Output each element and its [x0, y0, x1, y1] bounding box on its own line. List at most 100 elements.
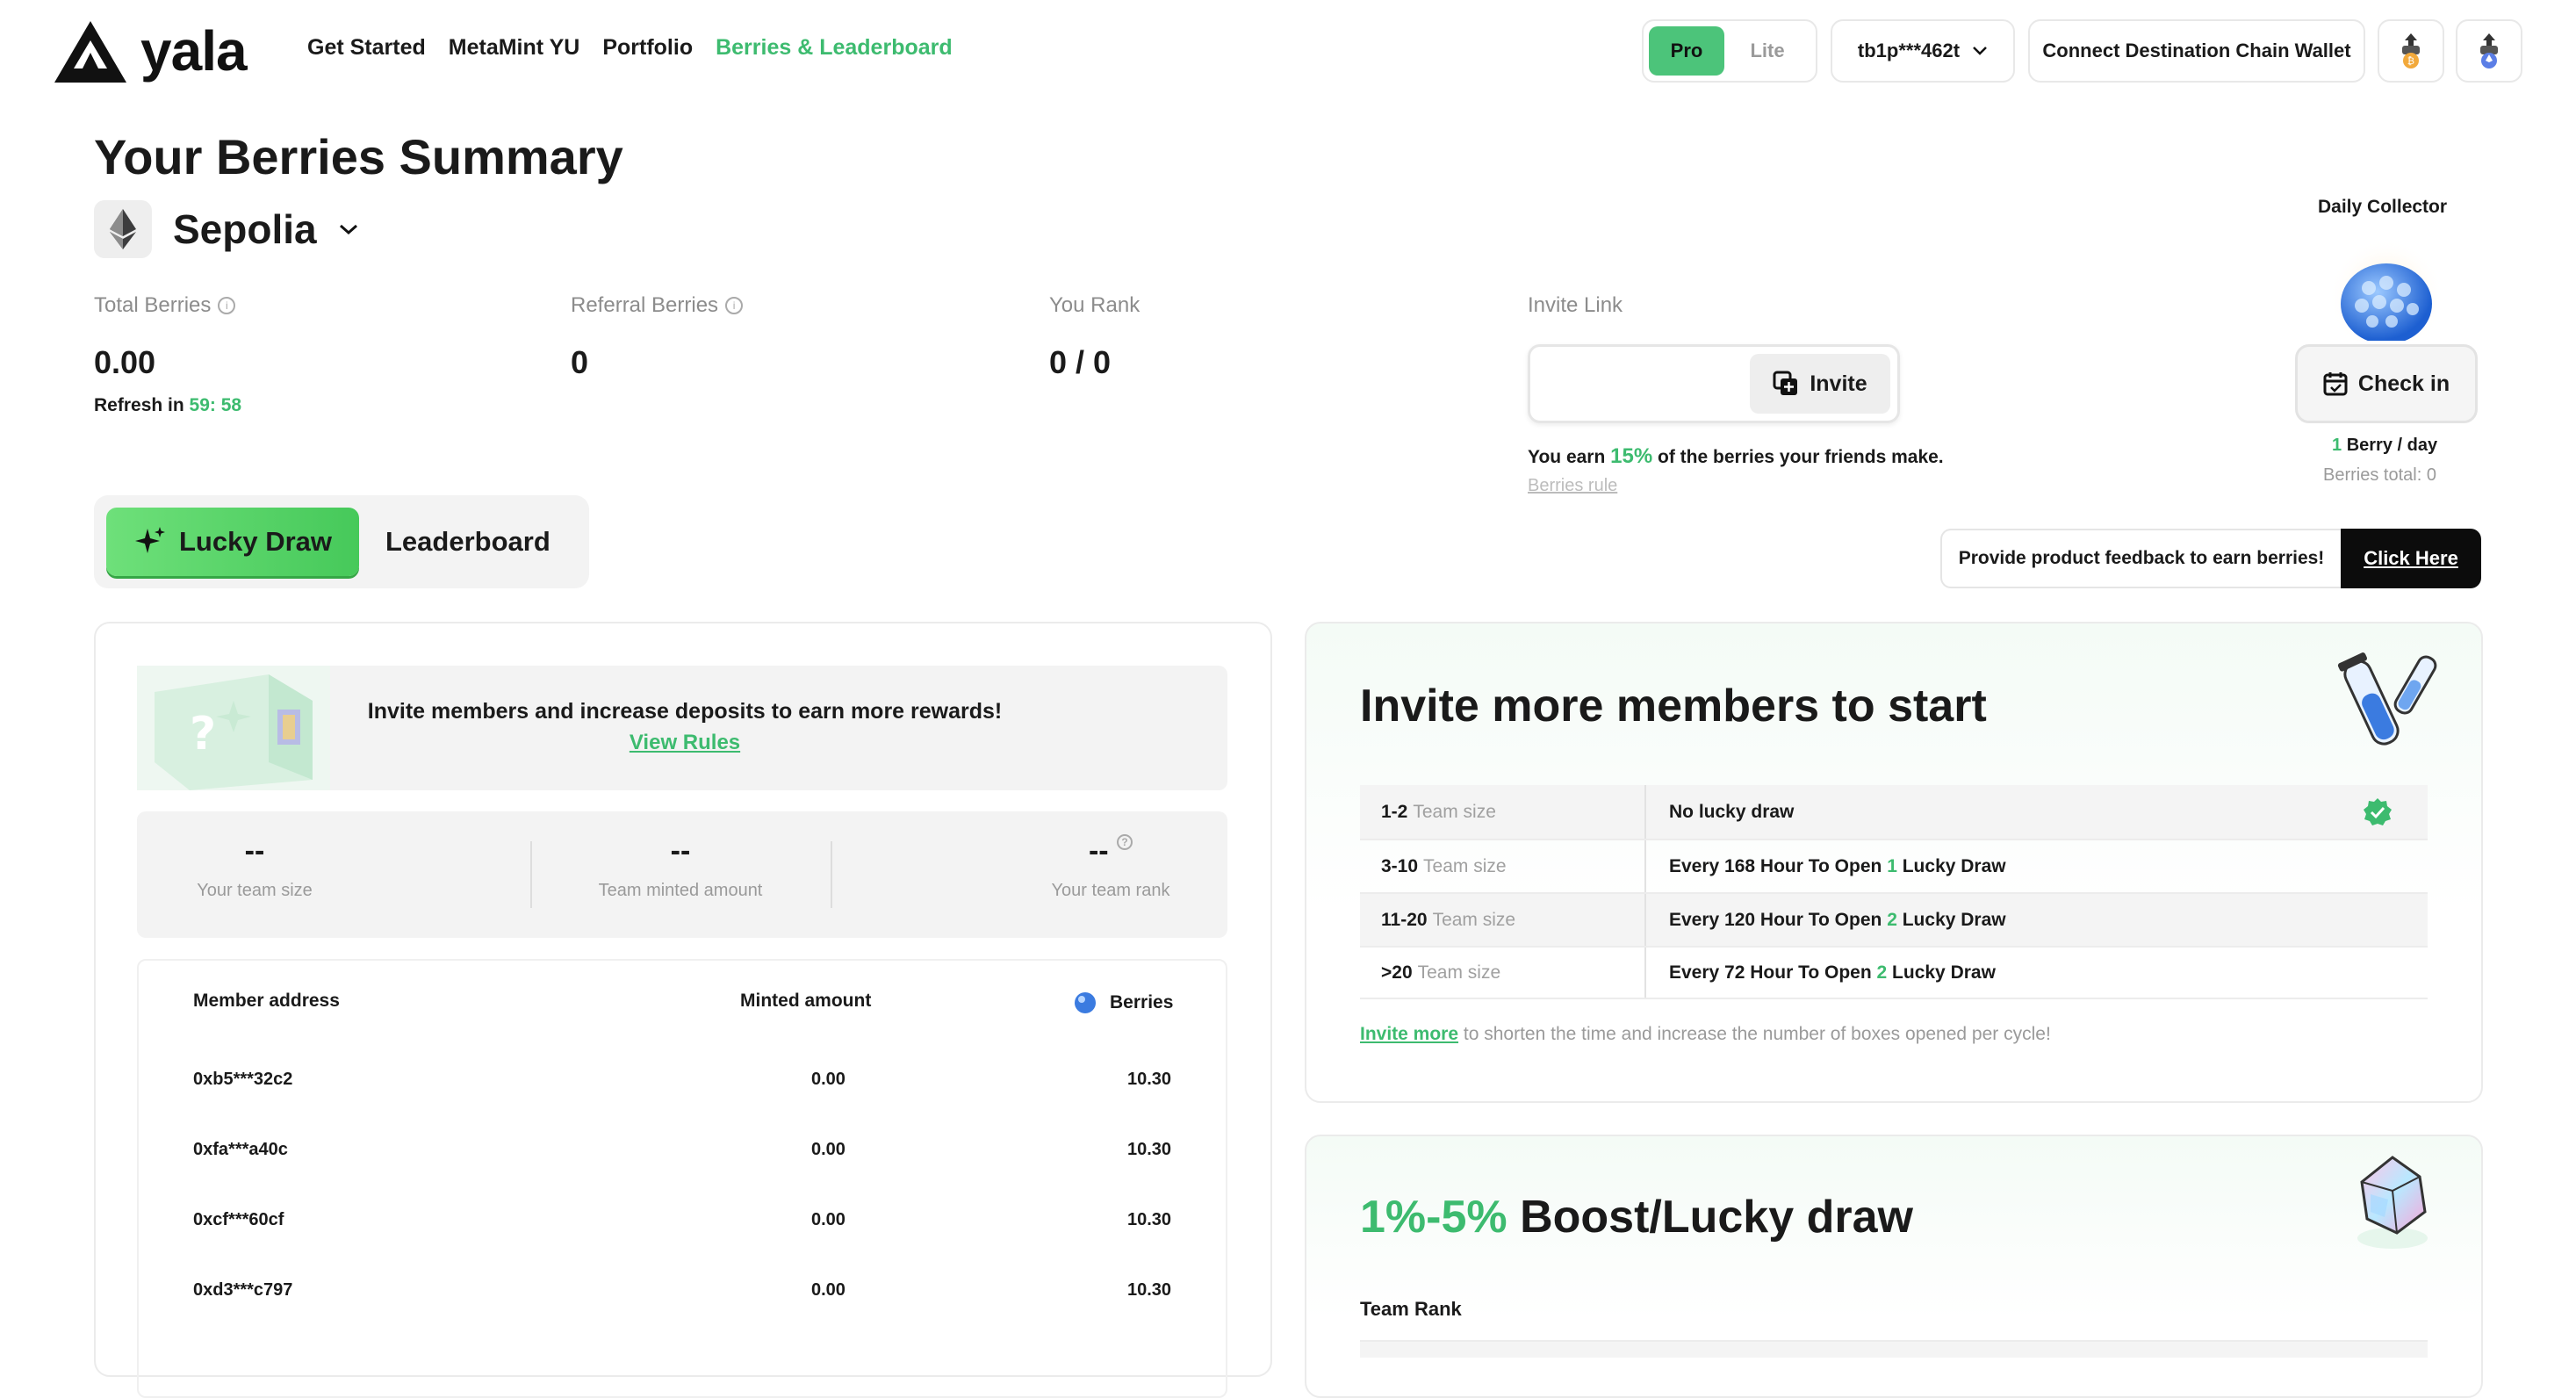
rank-value: 0 / 0	[1049, 344, 1112, 380]
tier-range: >20 Team size	[1360, 948, 1646, 998]
team-rank-stat: -- ? Your team rank	[1018, 834, 1203, 901]
refresh-timer: Refresh in 59: 58	[94, 395, 241, 416]
earn-percent: 15%	[1610, 444, 1653, 468]
tier-reward-suffix: Lucky Draw	[1892, 962, 1996, 983]
check-in-button[interactable]: Check in	[2295, 344, 2478, 423]
tier-reward: Every 72 Hour To Open 2 Lucky Draw	[1646, 948, 2428, 998]
invite-button-label: Invite	[1810, 371, 1867, 396]
boost-title-text: Boost/Lucky draw	[1520, 1192, 1913, 1243]
invite-button[interactable]: Invite	[1750, 354, 1890, 414]
tier-range: 11-20 Team size	[1360, 894, 1646, 946]
tier-range: 1-2 Team size	[1360, 785, 1646, 839]
feedback-click-here-button[interactable]: Click Here	[2341, 529, 2481, 588]
tier-range-value: 1-2	[1381, 801, 1408, 822]
team-size-value: --	[244, 834, 265, 868]
col-minted-amount: Minted amount	[740, 991, 872, 1011]
earn-suffix: of the berries your friends make.	[1658, 447, 1944, 467]
team-minted-value: --	[670, 834, 691, 868]
team-minted-label: Team minted amount	[598, 881, 763, 900]
mode-pro-button[interactable]: Pro	[1649, 26, 1724, 76]
earn-text: You earn 15% of the berries your friends…	[1528, 444, 1944, 469]
bitcoin-network-button[interactable]: ₿	[2378, 19, 2444, 83]
bitcoin-network-icon: ₿	[2402, 33, 2420, 68]
tab-leaderboard[interactable]: Leaderboard	[385, 526, 550, 558]
tier-reward-text: Every 168 Hour To Open	[1669, 855, 1882, 876]
team-rank-value-row: -- ?	[1018, 834, 1203, 868]
brand-name: yala	[140, 19, 248, 83]
info-icon[interactable]: i	[725, 297, 744, 314]
mystery-box-icon: ?	[137, 666, 330, 790]
tab-lucky-draw[interactable]: Lucky Draw	[106, 508, 359, 576]
col-berries: Berries	[1073, 991, 1173, 1015]
chain-badge	[94, 200, 152, 258]
referral-berries-label: Referral Berries	[571, 293, 719, 317]
total-berries-label: Total Berries	[94, 293, 212, 317]
member-berries: 10.30	[1127, 1140, 1172, 1159]
yala-logo[interactable]: yala	[53, 18, 248, 84]
invite-link-field[interactable]: Invite	[1528, 344, 1900, 423]
chevron-down-icon	[1973, 47, 1987, 55]
member-address: 0xcf***60cf	[193, 1210, 284, 1229]
tier-reward-text: Every 120 Hour To Open	[1669, 909, 1882, 930]
referral-berries-value: 0	[571, 344, 589, 380]
tab-lucky-draw-label: Lucky Draw	[178, 526, 332, 557]
berries-total: Berries total: 0	[2323, 465, 2436, 485]
refresh-time: 59: 58	[189, 395, 242, 415]
team-rank-table	[1360, 1340, 2428, 1358]
member-minted: 0.00	[811, 1280, 845, 1300]
tab-bar: Lucky Draw Leaderboard	[94, 495, 589, 588]
invite-more-text: Invite more to shorten the time and incr…	[1360, 1024, 2051, 1045]
mode-toggle: Pro Lite	[1642, 19, 1817, 83]
chain-selector[interactable]: Sepolia	[94, 200, 359, 258]
tier-range-unit: Team size	[1417, 962, 1501, 983]
tier-reward-text: Every 72 Hour To Open	[1669, 962, 1872, 983]
invite-panel-title: Invite more members to start	[1360, 681, 1987, 731]
view-rules-link[interactable]: View Rules	[351, 731, 1018, 755]
tier-range-unit: Team size	[1423, 855, 1507, 876]
invite-more-description: to shorten the time and increase the num…	[1463, 1024, 2051, 1044]
member-address: 0xb5***32c2	[193, 1070, 293, 1089]
crystal-gem-icon	[2357, 1156, 2428, 1249]
nav-portfolio[interactable]: Portfolio	[602, 35, 693, 61]
blue-berry-icon	[2328, 239, 2444, 341]
nav-berries-leaderboard[interactable]: Berries & Leaderboard	[716, 35, 953, 61]
wallet-dropdown[interactable]: tb1p***462t	[1831, 19, 2015, 83]
mode-lite-button[interactable]: Lite	[1730, 26, 1805, 76]
member-address: 0xd3***c797	[193, 1280, 293, 1300]
tier-reward-count: 2	[1876, 962, 1888, 983]
team-rank-label: Your team rank	[1051, 881, 1170, 900]
ethereum-network-button[interactable]	[2456, 19, 2522, 83]
check-in-label: Check in	[2357, 371, 2450, 396]
tier-reward: Every 120 Hour To Open 2 Lucky Draw	[1646, 894, 2428, 946]
feedback-banner: Provide product feedback to earn berries…	[1940, 529, 2481, 588]
calendar-check-icon	[2323, 372, 2348, 396]
members-table	[137, 959, 1227, 1398]
total-berries-stat: Total Berries i 0.00	[94, 293, 236, 381]
tier-reward: No lucky draw	[1646, 785, 2428, 839]
yala-mountain-icon	[54, 21, 126, 83]
tier-range-unit: Team size	[1432, 909, 1516, 930]
info-icon[interactable]: i	[218, 297, 236, 314]
team-size-label: Your team size	[197, 881, 313, 900]
invite-more-link[interactable]: Invite more	[1360, 1024, 1458, 1044]
wallet-address: tb1p***462t	[1857, 40, 1961, 61]
berries-rule-link[interactable]: Berries rule	[1528, 476, 1617, 496]
earn-prefix: You earn	[1528, 447, 1606, 467]
invite-link-label: Invite Link	[1528, 293, 1623, 317]
team-rank-value: --	[1088, 834, 1109, 868]
ethereum-icon	[110, 209, 136, 249]
tier-reward-text: No lucky draw	[1669, 801, 1795, 822]
member-address: 0xfa***a40c	[193, 1140, 288, 1159]
nav-get-started[interactable]: Get Started	[307, 35, 426, 61]
copy-icon	[1773, 371, 1798, 395]
refresh-label: Refresh in	[94, 395, 184, 415]
svg-text:₿: ₿	[2407, 55, 2414, 67]
total-berries-value: 0.00	[94, 344, 156, 380]
boost-panel-title: 1%-5% Boost/Lucky draw	[1360, 1191, 1913, 1243]
connect-wallet-button[interactable]: Connect Destination Chain Wallet	[2028, 19, 2365, 83]
ethereum-network-icon	[2480, 33, 2498, 68]
info-icon[interactable]: ?	[1117, 834, 1133, 850]
nav-metamint[interactable]: MetaMint YU	[449, 35, 580, 61]
sparkle-icon	[134, 527, 165, 553]
member-minted: 0.00	[811, 1070, 845, 1089]
